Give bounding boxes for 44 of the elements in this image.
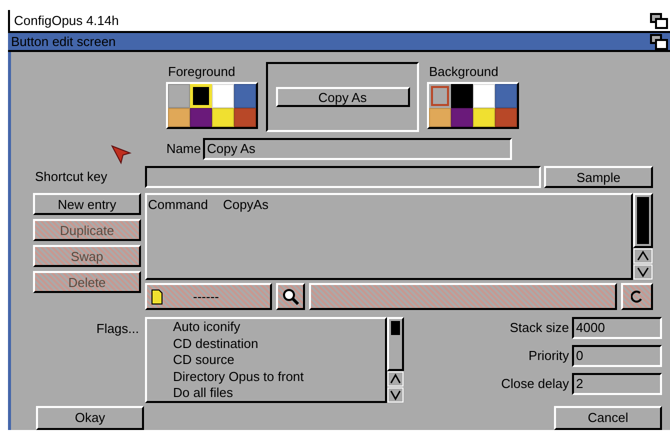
window-title: Button edit screen (10, 32, 117, 51)
scroll-up-icon[interactable] (387, 371, 404, 387)
sample-button[interactable]: Sample (544, 166, 653, 188)
scroll-up-icon[interactable] (633, 248, 653, 264)
entry-button[interactable]: New entry (33, 193, 141, 215)
depth-gadget-icon[interactable] (650, 34, 668, 50)
shortcut-key-label: Shortcut key (34, 168, 108, 186)
flag-item[interactable]: Directory Opus to front (173, 368, 385, 385)
search-icon (282, 288, 300, 306)
dialog-button[interactable]: Okay (36, 406, 144, 430)
setting-field[interactable]: 0 (572, 345, 662, 367)
depth-gadget-icon[interactable] (650, 12, 668, 28)
dialog-button[interactable]: Cancel (554, 406, 662, 430)
scrollbar-thumb[interactable] (391, 321, 400, 335)
command-type: Command (148, 196, 209, 214)
scrollbar-thumb[interactable] (637, 197, 649, 244)
setting-field[interactable]: 2 (572, 373, 662, 395)
preview-button[interactable]: Copy As (276, 87, 410, 107)
setting-label: Close delay (501, 375, 569, 394)
command-instruction: CopyAs (223, 196, 269, 214)
flag-item[interactable]: CD source (173, 352, 385, 368)
flags-list[interactable]: Auto iconify CD destination CD source Directory Opus to front Do all files (145, 317, 387, 403)
scroll-down-icon[interactable] (387, 387, 404, 403)
cycle-icon (631, 288, 643, 304)
scroll-down-icon[interactable] (633, 264, 653, 280)
foreground-label: Foreground (167, 63, 236, 81)
function-type-label: ------ (193, 288, 219, 306)
flag-item[interactable]: Auto iconify (173, 319, 385, 336)
setting-label: Stack size (510, 319, 569, 338)
mouse-pointer-icon (111, 145, 133, 165)
flag-item[interactable]: CD destination (173, 336, 385, 352)
flag-item[interactable]: Do all files (173, 385, 385, 402)
document-icon (151, 288, 163, 304)
name-field[interactable]: Copy As (203, 138, 512, 160)
name-value: Copy As (207, 140, 256, 158)
flags-label: Flags... (95, 320, 140, 338)
color-swatch[interactable] (190, 84, 212, 108)
name-label: Name (165, 140, 202, 158)
color-swatch[interactable] (429, 84, 451, 108)
shortcut-key-field[interactable] (145, 166, 541, 188)
setting-field[interactable]: 4000 (572, 317, 662, 339)
background-label: Background (428, 63, 500, 81)
setting-label: Priority (528, 347, 569, 366)
screen-title: ConfigOpus 4.14h (13, 12, 120, 30)
